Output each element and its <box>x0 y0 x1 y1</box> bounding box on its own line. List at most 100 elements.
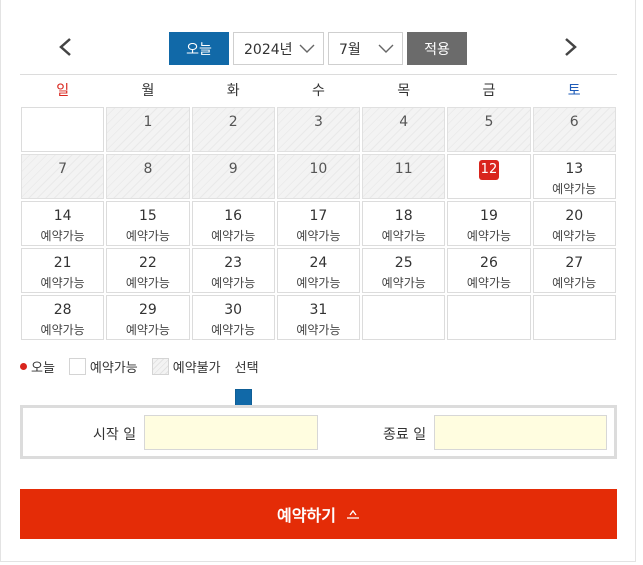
day-status: 예약가능 <box>381 229 426 243</box>
start-date-label: 시작 일 <box>93 427 137 443</box>
prev-month-button[interactable] <box>53 34 77 60</box>
calendar-day-cell[interactable]: 31 예약가능 <box>276 295 361 340</box>
legend-selected-label: 선택 <box>234 360 259 376</box>
day-number: 16 <box>224 208 243 224</box>
day-number: 4 <box>399 114 409 130</box>
day-number: 8 <box>143 161 153 177</box>
day-number: 11 <box>394 161 413 177</box>
day-number: 29 <box>138 302 157 318</box>
day-status: 예약가능 <box>296 229 341 243</box>
legend-today-label: 오늘 <box>31 360 55 376</box>
calendar-day-cell: 3 <box>276 107 361 152</box>
weekday-thu: 목 <box>397 83 411 99</box>
day-number: 19 <box>480 208 498 224</box>
day-number: 17 <box>309 208 328 224</box>
calendar-day-cell[interactable]: 14 예약가능 <box>21 201 105 246</box>
day-status: 예약가능 <box>552 276 597 290</box>
available-swatch-icon <box>68 357 86 375</box>
day-status: 예약가능 <box>211 276 256 290</box>
start-date-input[interactable] <box>144 415 318 450</box>
calendar-day-cell: 12 <box>447 154 531 199</box>
calendar-empty-cell <box>447 295 531 340</box>
day-status: 예약가능 <box>211 229 256 243</box>
day-status: 예약가능 <box>125 323 170 337</box>
calendar-day-cell[interactable]: 23 예약가능 <box>191 248 275 293</box>
day-number: 21 <box>53 255 72 271</box>
next-month-button[interactable] <box>559 34 583 60</box>
calendar-day-cell[interactable]: 17 예약가능 <box>276 201 361 246</box>
day-number: 18 <box>394 208 413 224</box>
day-number: 15 <box>138 208 157 224</box>
chevron-down-icon <box>378 44 394 53</box>
today-dot-icon <box>20 362 27 370</box>
calendar-day-cell[interactable]: 27 예약가능 <box>532 248 616 293</box>
calendar-day-cell[interactable]: 22 예약가능 <box>106 248 190 293</box>
calendar-day-cell[interactable]: 20 예약가능 <box>532 201 616 246</box>
year-select[interactable]: 2024년 <box>233 32 324 65</box>
calendar-grid: 1 2 3 4 5 6 7 8 9 10 11 12 13 예약가능 14 예약가능 15 예약가능 16 예약가능 1… <box>20 106 617 341</box>
day-number: 12 <box>478 160 499 180</box>
calendar-day-cell: 10 <box>276 154 361 199</box>
legend-selected: 선택 <box>234 357 259 406</box>
calendar-day-cell[interactable]: 21 예약가능 <box>21 248 105 293</box>
calendar-empty-cell <box>532 295 616 340</box>
arrow-up-right-icon <box>346 509 359 519</box>
reservation-calendar-panel: 오늘 2024년 7월 적용 일 월 화 수 목 금 토 1 2 3 4 5 6 7 8 9 10… <box>0 0 636 562</box>
calendar-empty-cell <box>362 295 446 340</box>
day-status: 예약가능 <box>552 182 597 196</box>
day-number: 22 <box>138 255 157 271</box>
chevron-left-icon <box>59 38 71 56</box>
day-status: 예약가능 <box>296 323 341 337</box>
day-number: 31 <box>309 302 328 318</box>
calendar-day-cell: 1 <box>106 107 190 152</box>
end-date-input[interactable] <box>434 415 607 450</box>
day-number: 2 <box>228 114 238 130</box>
calendar-day-cell[interactable]: 29 예약가능 <box>106 295 190 340</box>
month-select[interactable]: 7월 <box>328 32 403 65</box>
unavailable-swatch-icon <box>151 357 169 375</box>
reserve-button[interactable]: 예약하기 <box>20 489 617 539</box>
day-status: 예약가능 <box>466 229 512 243</box>
today-button[interactable]: 오늘 <box>169 32 229 65</box>
legend-unavailable: 예약불가 <box>151 357 221 376</box>
calendar-day-cell[interactable]: 18 예약가능 <box>362 201 446 246</box>
day-status: 예약가능 <box>40 323 85 337</box>
calendar-day-cell[interactable]: 19 예약가능 <box>447 201 531 246</box>
legend-available: 예약가능 <box>68 357 138 376</box>
day-number: 28 <box>53 302 72 318</box>
calendar-day-cell: 9 <box>191 154 275 199</box>
day-number: 24 <box>309 255 328 271</box>
day-status: 예약가능 <box>296 276 341 290</box>
selected-swatch-icon <box>234 389 252 406</box>
apply-button[interactable]: 적용 <box>407 32 467 65</box>
calendar-day-cell[interactable]: 26 예약가능 <box>447 248 531 293</box>
day-number: 7 <box>58 161 68 177</box>
day-status: 예약가능 <box>466 276 512 290</box>
day-number: 30 <box>224 302 243 318</box>
weekday-tue: 화 <box>226 83 240 99</box>
day-status: 예약가능 <box>125 276 170 290</box>
calendar-day-cell: 2 <box>191 107 275 152</box>
day-status: 예약가능 <box>125 229 170 243</box>
calendar-day-cell[interactable]: 15 예약가능 <box>106 201 190 246</box>
day-status: 예약가능 <box>552 229 597 243</box>
calendar-day-cell[interactable]: 25 예약가능 <box>362 248 446 293</box>
calendar-day-cell[interactable]: 28 예약가능 <box>21 295 105 340</box>
calendar-empty-cell <box>21 107 105 152</box>
day-number: 26 <box>480 255 498 271</box>
weekday-fri: 금 <box>482 83 496 99</box>
calendar-day-cell[interactable]: 24 예약가능 <box>276 248 361 293</box>
day-number: 25 <box>394 255 413 271</box>
day-status: 예약가능 <box>40 276 85 290</box>
year-select-value: 2024년 <box>244 41 293 58</box>
calendar-day-cell[interactable]: 16 예약가능 <box>191 201 275 246</box>
chevron-down-icon <box>299 44 315 53</box>
calendar-day-cell: 5 <box>447 107 531 152</box>
weekday-header: 일 월 화 수 목 금 토 <box>20 74 617 106</box>
day-number: 6 <box>569 114 579 130</box>
date-range-box: 시작 일 종료 일 <box>20 405 617 459</box>
day-number: 10 <box>309 161 328 177</box>
calendar-day-cell[interactable]: 13 예약가능 <box>532 154 616 199</box>
calendar-day-cell: 6 <box>532 107 616 152</box>
calendar-day-cell[interactable]: 30 예약가능 <box>191 295 275 340</box>
